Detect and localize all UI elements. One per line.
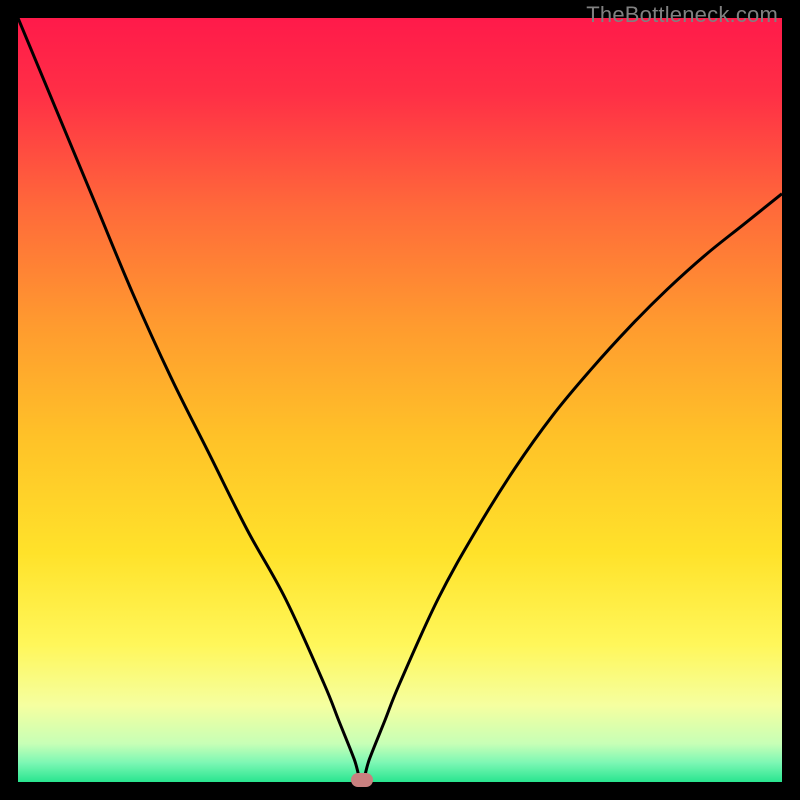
plot-area xyxy=(18,18,782,782)
bottleneck-chart xyxy=(18,18,782,782)
optimal-point-marker xyxy=(351,773,373,787)
chart-frame: TheBottleneck.com xyxy=(0,0,800,800)
gradient-background xyxy=(18,18,782,782)
watermark-text: TheBottleneck.com xyxy=(586,2,778,28)
